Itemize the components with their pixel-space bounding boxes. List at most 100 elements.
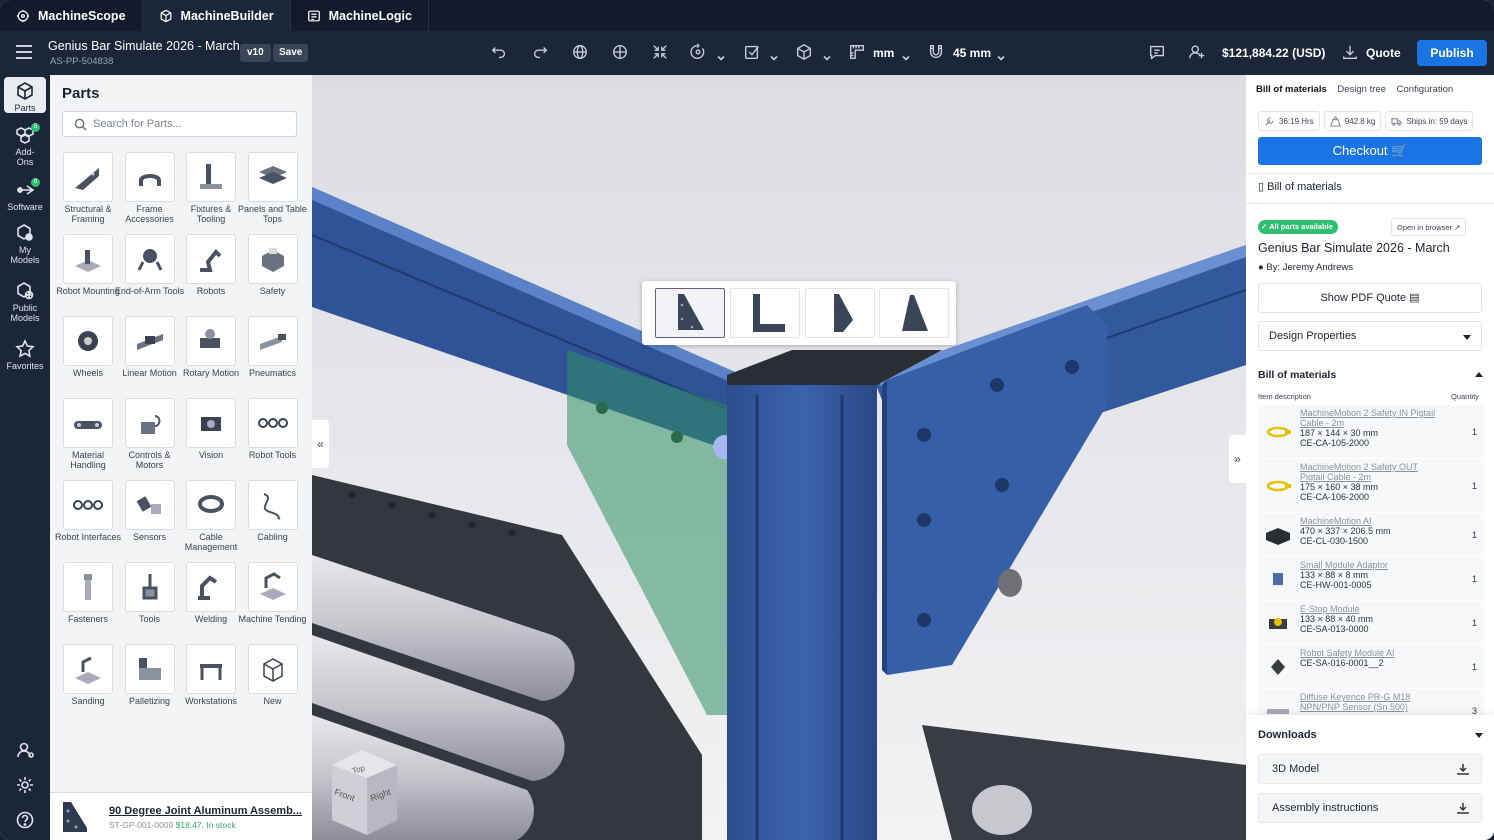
chevron-down-icon[interactable] xyxy=(717,49,725,61)
bom-item-name[interactable]: MachineMotion 2 Safety IN Pigtail Cable … xyxy=(1300,408,1440,428)
download-assembly-instructions-button[interactable]: Assembly instructions xyxy=(1258,793,1482,823)
bom-item-name[interactable]: Robot Safety Module AI xyxy=(1300,648,1440,658)
rail-item-my-models[interactable]: My Models xyxy=(4,223,46,265)
part-category-pneumatics[interactable]: Pneumatics xyxy=(247,316,298,379)
bom-item-name[interactable]: MachineMotion 2 Safety OUT Pigtail Cable… xyxy=(1300,462,1440,482)
checkout-button[interactable]: Checkout 🛒 xyxy=(1258,137,1482,165)
tab-machinebuilder[interactable]: MachineBuilder xyxy=(142,0,291,31)
redo-icon[interactable] xyxy=(531,43,551,63)
3d-scene[interactable] xyxy=(312,75,1246,840)
save-button[interactable]: Save xyxy=(273,44,309,62)
bom-row[interactable]: MachineMotion 2 Safety OUT Pigtail Cable… xyxy=(1258,459,1484,513)
part-category-cable-management[interactable]: Cable Management xyxy=(185,480,237,552)
part-category-frame-accessories[interactable]: Frame Accessories xyxy=(124,152,175,224)
part-category-robots[interactable]: Robots xyxy=(186,234,236,297)
chevron-down-icon[interactable] xyxy=(1475,733,1483,738)
version-badge[interactable]: v10 xyxy=(240,44,271,62)
ruler-icon[interactable] xyxy=(848,43,868,63)
variant-option[interactable] xyxy=(879,288,949,338)
orbit-icon[interactable] xyxy=(571,43,591,63)
part-category-tools[interactable]: Tools xyxy=(124,562,175,625)
download-3d-model-button[interactable]: 3D Model xyxy=(1258,754,1482,784)
open-in-browser-button[interactable]: Open in browser ↗ xyxy=(1391,218,1467,236)
part-category-robot-tools[interactable]: Robot Tools xyxy=(247,398,298,461)
bom-row[interactable]: Robot Safety Module AI CE-SA-016-0001__2 1 xyxy=(1258,645,1484,689)
publish-button[interactable]: Publish xyxy=(1417,40,1487,66)
comment-icon[interactable] xyxy=(1148,43,1168,63)
settings-gear-icon[interactable] xyxy=(4,775,46,797)
pan-icon[interactable] xyxy=(611,43,631,63)
bom-row[interactable]: MachineMotion AI 470 × 337 × 206.5 mm CE-C… xyxy=(1258,513,1484,557)
expand-right-panel-button[interactable]: » xyxy=(1229,435,1246,483)
rail-item-addons[interactable]: 5 Add-Ons xyxy=(4,123,46,167)
3d-viewport[interactable]: Top Front Right « » xyxy=(312,75,1246,840)
part-category-workstations[interactable]: Workstations xyxy=(185,644,237,707)
bom-item-name[interactable]: Small Module Adaptor xyxy=(1300,560,1440,570)
fit-view-icon[interactable] xyxy=(651,43,671,63)
quote-button[interactable]: Quote xyxy=(1366,46,1401,60)
magnet-icon[interactable] xyxy=(927,43,947,63)
download-icon[interactable] xyxy=(1341,43,1361,63)
chevron-down-icon[interactable] xyxy=(823,49,831,61)
part-category-palletizing[interactable]: Palletizing xyxy=(124,644,175,707)
part-category-cabling[interactable]: Cabling xyxy=(247,480,298,543)
design-properties-dropdown[interactable]: Design Properties xyxy=(1258,321,1482,351)
bom-row[interactable]: Small Module Adaptor 133 × 88 × 8 mm CE-HW… xyxy=(1258,557,1484,601)
part-category-linear-motion[interactable]: Linear Motion xyxy=(122,316,177,379)
undo-icon[interactable] xyxy=(490,43,510,63)
bom-row[interactable]: E-Stop Module 133 × 88 × 40 mm CE-SA-013-0… xyxy=(1258,601,1484,645)
part-category-vision[interactable]: Vision xyxy=(186,398,236,461)
part-category-fixtures-tooling[interactable]: Fixtures & Tooling xyxy=(186,152,236,224)
tab-machinelogic[interactable]: MachineLogic xyxy=(291,0,429,31)
tab-machinescope[interactable]: MachineScope xyxy=(0,0,143,31)
part-category-new[interactable]: New xyxy=(247,644,298,707)
bom-row[interactable]: MachineMotion 2 Safety IN Pigtail Cable … xyxy=(1258,405,1484,459)
show-pdf-quote-button[interactable]: Show PDF Quote ▤ xyxy=(1258,283,1482,313)
part-category-safety[interactable]: Safety xyxy=(247,234,298,297)
variant-option[interactable] xyxy=(730,288,800,338)
rail-item-software[interactable]: 0 Software xyxy=(4,178,46,212)
rail-item-public-models[interactable]: Public Models xyxy=(4,281,46,323)
selected-part-bar[interactable]: 90 Degree Joint Aluminum Assemb... ST-GP… xyxy=(50,792,312,840)
chevron-down-icon[interactable] xyxy=(902,49,910,61)
select-icon[interactable] xyxy=(743,43,763,63)
share-user-icon[interactable] xyxy=(1188,43,1208,63)
account-icon[interactable] xyxy=(4,740,46,762)
units-select[interactable]: mm xyxy=(873,46,894,60)
chevron-down-icon[interactable] xyxy=(770,49,778,61)
bom-row[interactable]: Diffuse Keyence PR-G M18 NPN/PNP Sensor … xyxy=(1258,689,1484,715)
variant-option[interactable] xyxy=(655,288,725,338)
chevron-up-icon[interactable] xyxy=(1475,372,1483,377)
chevron-down-icon[interactable] xyxy=(997,49,1005,61)
part-category-robot-interfaces[interactable]: Robot Interfaces xyxy=(55,480,121,543)
part-category-welding[interactable]: Welding xyxy=(186,562,236,625)
part-category-machine-tending[interactable]: Machine Tending xyxy=(239,562,306,625)
part-category-rotary-motion[interactable]: Rotary Motion xyxy=(183,316,239,379)
part-category-sanding[interactable]: Sanding xyxy=(63,644,113,707)
part-category-end-of-arm-tools[interactable]: End-of-Arm Tools xyxy=(115,234,184,297)
tab-design-tree[interactable]: Design tree xyxy=(1337,84,1386,95)
tab-bill-of-materials[interactable]: Bill of materials xyxy=(1256,84,1327,95)
bom-item-list[interactable]: MachineMotion 2 Safety IN Pigtail Cable … xyxy=(1258,405,1484,715)
rail-item-favorites[interactable]: Favorites xyxy=(4,339,46,371)
bom-item-name[interactable]: MachineMotion AI xyxy=(1300,516,1440,526)
part-category-robot-mounting[interactable]: Robot Mounting xyxy=(56,234,120,297)
help-icon[interactable] xyxy=(4,810,46,832)
bom-item-name[interactable]: Diffuse Keyence PR-G M18 NPN/PNP Sensor … xyxy=(1300,692,1440,712)
part-category-wheels[interactable]: Wheels xyxy=(63,316,113,379)
collapse-parts-panel-button[interactable]: « xyxy=(312,420,329,468)
hamburger-menu-icon[interactable] xyxy=(16,45,32,59)
rail-item-parts[interactable]: Parts xyxy=(4,77,46,113)
rotate-icon[interactable] xyxy=(689,43,709,63)
snap-distance-select[interactable]: 45 mm xyxy=(953,46,991,60)
selected-part-name[interactable]: 90 Degree Joint Aluminum Assemb... xyxy=(109,805,304,817)
part-category-panels-and-table-tops[interactable]: Panels and Table Tops xyxy=(238,152,307,224)
part-category-controls-motors[interactable]: Controls & Motors xyxy=(124,398,175,470)
parts-search-box[interactable] xyxy=(62,111,297,137)
variant-option[interactable] xyxy=(805,288,875,338)
bom-item-name[interactable]: E-Stop Module xyxy=(1300,604,1440,614)
part-category-fasteners[interactable]: Fasteners xyxy=(63,562,113,625)
tab-configuration[interactable]: Configuration xyxy=(1397,84,1454,95)
parts-search-input[interactable] xyxy=(93,116,288,132)
part-category-sensors[interactable]: Sensors xyxy=(124,480,175,543)
